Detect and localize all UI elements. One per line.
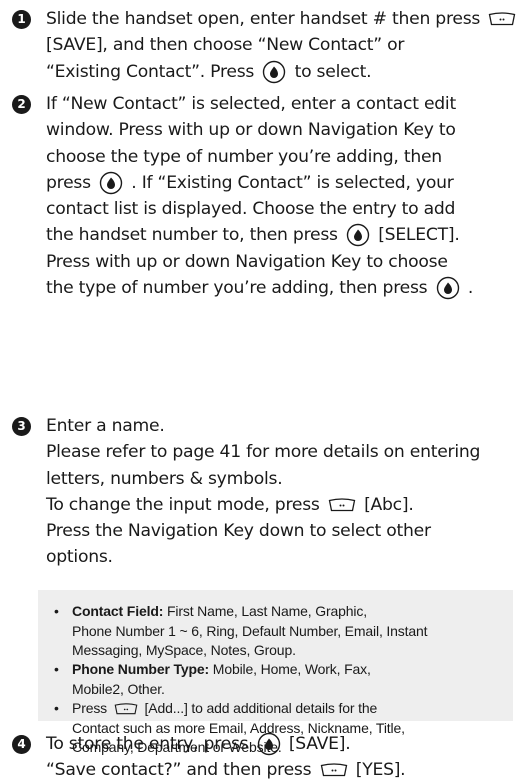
step-1-line-3: “Existing Contact”. Press to select.: [46, 60, 372, 84]
step-number-badge: 4: [12, 735, 31, 754]
note-box: • Contact Field: First Name, Last Name, …: [38, 590, 513, 755]
ok-key-icon: [262, 60, 286, 84]
step-2-line-4: press . If “Existing Contact” is selecte…: [46, 171, 454, 195]
softkey-icon: [320, 763, 348, 777]
step-3-line-2: Please refer to page 41 for more details…: [46, 442, 481, 463]
step-number-badge: 3: [12, 417, 31, 436]
bullet-icon: •: [54, 661, 59, 677]
ok-key-icon: [99, 171, 123, 195]
step-1: 1 Slide the handset open, enter handset …: [12, 6, 516, 85]
bullet-icon: •: [54, 700, 59, 716]
softkey-icon: [488, 12, 516, 26]
note-item-phone-number-type: • Phone Number Type: Mobile, Home, Work,…: [54, 661, 371, 697]
step-3: 3 Enter a name. Please refer to page 41 …: [12, 413, 512, 571]
step-number-badge: 1: [12, 10, 31, 29]
step-1-line-2: [SAVE], and then choose “New Contact” or: [46, 35, 405, 56]
softkey-icon: [114, 703, 138, 715]
ok-key-icon: [436, 276, 460, 300]
step-2-line-2: window. Press with up or down Navigation…: [46, 120, 456, 141]
note-item-contact-field: • Contact Field: First Name, Last Name, …: [54, 603, 428, 658]
step-4: 4 To store the entry, press [SAVE]. “Sav…: [12, 731, 512, 784]
step-2: 2 If “New Contact” is selected, enter a …: [12, 91, 512, 301]
ok-key-icon: [257, 732, 281, 756]
step-3-line-5: Press the Navigation Key down to select …: [46, 521, 431, 542]
step-3-line-6: options.: [46, 547, 113, 568]
step-2-line-3: choose the type of number you’re adding,…: [46, 146, 442, 167]
step-4-line-1: To store the entry, press [SAVE].: [46, 732, 351, 756]
ok-key-icon: [346, 223, 370, 247]
step-2-line-1: If “New Contact” is selected, enter a co…: [46, 94, 456, 114]
step-1-line-1: Slide the handset open, enter handset # …: [12, 6, 516, 32]
step-3-line-3: letters, numbers & symbols.: [46, 468, 283, 489]
step-2-line-8: the type of number you’re adding, then p…: [46, 276, 474, 300]
bullet-icon: •: [54, 603, 59, 619]
softkey-icon: [328, 498, 356, 512]
step-2-line-7: Press with up or down Navigation Key to …: [46, 251, 448, 272]
step-3-line-1: Enter a name.: [46, 416, 165, 436]
step-number-badge: 2: [12, 95, 31, 114]
step-4-line-2: “Save contact?” and then press [YES].: [46, 760, 406, 781]
step-2-line-5: contact list is displayed. Choose the en…: [46, 199, 456, 220]
step-2-line-6: the handset number to, then press [SELEC…: [46, 223, 460, 247]
step-3-line-4: To change the input mode, press [Abc].: [46, 494, 414, 515]
